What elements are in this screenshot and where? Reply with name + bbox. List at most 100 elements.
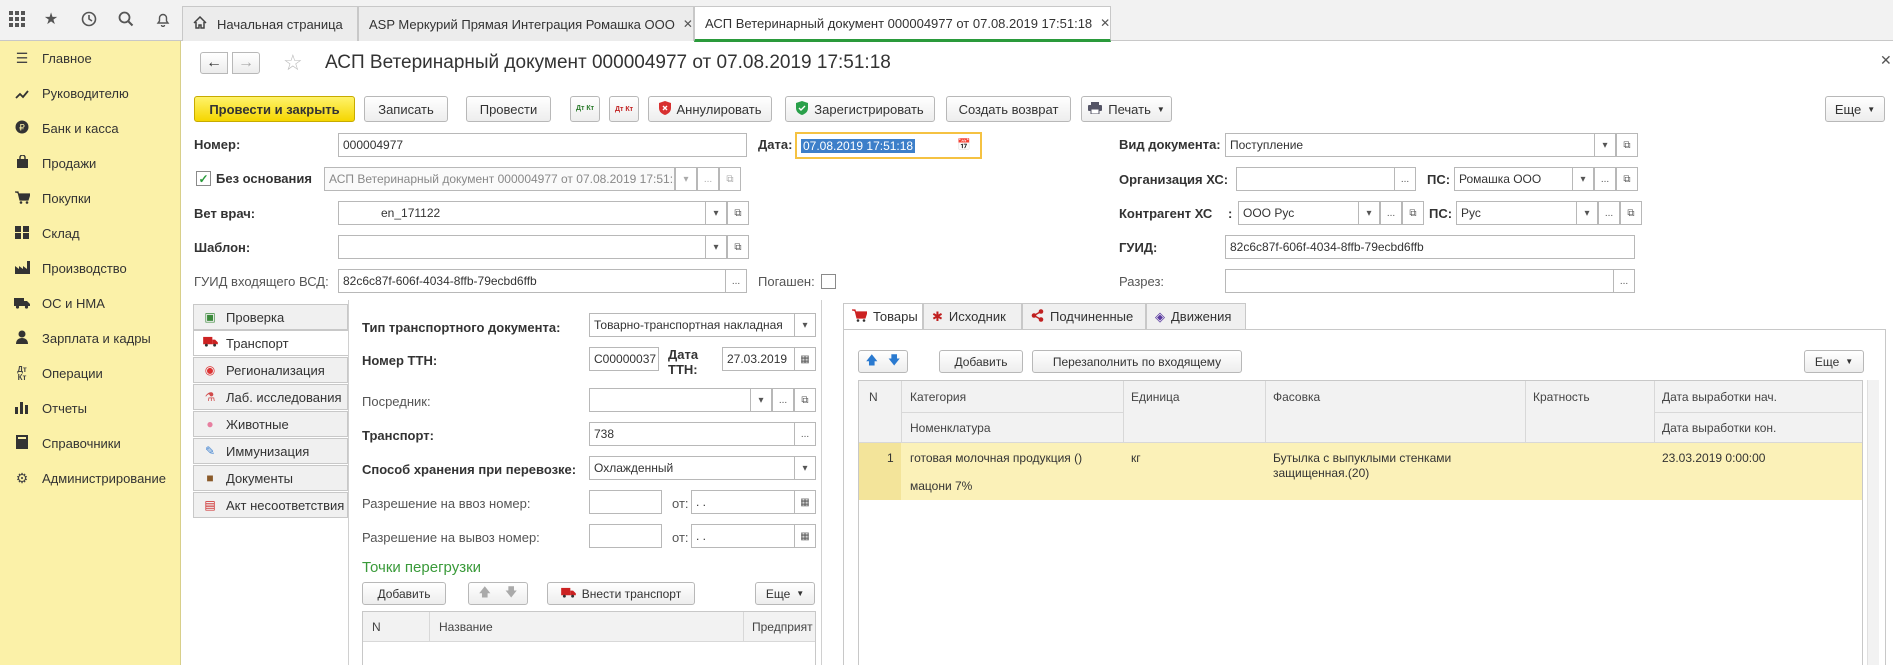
- ps-org-select-button[interactable]: ...: [1594, 167, 1616, 191]
- vtab-nonconformity[interactable]: ▤ Акт несоответствия: [193, 492, 348, 518]
- vet-field[interactable]: en_171122: [338, 201, 707, 225]
- date-field[interactable]: 07.08.2019 17:51:18: [795, 132, 982, 159]
- transport-select-button[interactable]: ...: [794, 422, 816, 446]
- org-field[interactable]: [1236, 167, 1396, 191]
- sidebar-item-admin[interactable]: ⚙ Администрирование: [0, 461, 181, 496]
- bell-icon[interactable]: [152, 8, 174, 30]
- org-select-button[interactable]: ...: [1394, 167, 1416, 191]
- transport-field[interactable]: 738: [589, 422, 796, 446]
- basis-open-button[interactable]: ⧉: [719, 167, 741, 191]
- doc-type-dropdown-button[interactable]: ▾: [1594, 133, 1616, 157]
- tab-mercury-integration[interactable]: ASP Меркурий Прямая Интеграция Ромашка О…: [358, 6, 694, 41]
- print-button[interactable]: Печать ▼: [1081, 96, 1172, 122]
- guid-in-field[interactable]: 82c6c87f-606f-4034-8ffb-79ecbd6ffb: [338, 269, 727, 293]
- ttn-field[interactable]: С00000037: [589, 347, 659, 371]
- dt-kt-red-button[interactable]: Дт Кт: [609, 96, 639, 122]
- create-return-button[interactable]: Создать возврат: [946, 96, 1071, 122]
- arrow-down-icon[interactable]: 🡇: [505, 583, 517, 604]
- add-reload-point-button[interactable]: Добавить: [362, 582, 446, 605]
- close-icon[interactable]: ✕: [683, 17, 693, 31]
- save-button[interactable]: Записать: [364, 96, 448, 122]
- ps-contr-field[interactable]: Рус: [1456, 201, 1578, 225]
- tab-home[interactable]: Начальная страница: [182, 6, 358, 41]
- post-and-close-button[interactable]: Провести и закрыть: [194, 96, 355, 122]
- sidebar-item-warehouse[interactable]: Склад: [0, 216, 181, 251]
- contr-field[interactable]: ООО Рус: [1238, 201, 1360, 225]
- tab-subordinate[interactable]: Подчиненные: [1022, 303, 1146, 330]
- mediator-field[interactable]: [589, 388, 752, 412]
- export-permit-field[interactable]: [589, 524, 662, 548]
- template-field[interactable]: [338, 235, 707, 259]
- ps-org-open-button[interactable]: ⧉: [1616, 167, 1638, 191]
- history-icon[interactable]: [78, 8, 100, 30]
- sidebar-item-operations[interactable]: Дт Кт Операции: [0, 356, 181, 391]
- sidebar-item-production[interactable]: Производство: [0, 251, 181, 286]
- favorite-star-icon[interactable]: ☆: [283, 50, 303, 76]
- guid-field[interactable]: 82c6c87f-606f-4034-8ffb-79ecbd6ffb: [1225, 235, 1635, 259]
- import-calendar-button[interactable]: ▦: [794, 490, 816, 514]
- vtab-animals[interactable]: ● Животные: [193, 411, 348, 437]
- ttype-dropdown-button[interactable]: ▾: [794, 313, 816, 337]
- calendar-icon[interactable]: 📅: [957, 138, 971, 151]
- ttn-calendar-button[interactable]: ▦: [794, 347, 816, 371]
- refill-button[interactable]: Перезаполнить по входящему: [1032, 350, 1242, 373]
- contr-open-button[interactable]: ⧉: [1402, 201, 1424, 225]
- goods-move-buttons[interactable]: 🡅 🡇: [858, 350, 908, 373]
- basis-select-button[interactable]: ...: [697, 167, 719, 191]
- guid-in-select-button[interactable]: ...: [725, 269, 747, 293]
- import-permit-field[interactable]: [589, 490, 662, 514]
- doc-type-open-button[interactable]: ⧉: [1616, 133, 1638, 157]
- reload-more-button[interactable]: Еще ▼: [755, 582, 815, 605]
- arrow-up-icon[interactable]: 🡅: [866, 351, 878, 372]
- ps-org-field[interactable]: Ромашка ООО: [1454, 167, 1574, 191]
- arrow-up-icon[interactable]: 🡅: [479, 583, 491, 604]
- mediator-open-button[interactable]: ⧉: [794, 388, 816, 412]
- ttn-date-field[interactable]: 27.03.2019: [722, 347, 796, 371]
- no-basis-checkbox[interactable]: ✓: [196, 171, 211, 186]
- ps-org-dropdown-button[interactable]: ▾: [1572, 167, 1594, 191]
- vtab-documents[interactable]: ■ Документы: [193, 465, 348, 491]
- template-dropdown-button[interactable]: ▾: [705, 235, 727, 259]
- vtab-check[interactable]: ▣ Проверка: [193, 304, 348, 330]
- sidebar-item-salary[interactable]: Зарплата и кадры: [0, 321, 181, 356]
- template-open-button[interactable]: ⧉: [727, 235, 749, 259]
- vtab-lab[interactable]: ⚗ Лаб. исследования: [193, 384, 348, 410]
- basis-dropdown-button[interactable]: ▾: [675, 167, 697, 191]
- star-icon[interactable]: ★: [40, 8, 62, 30]
- contr-select-button[interactable]: ...: [1380, 201, 1402, 225]
- table-row[interactable]: 1 готовая молочная продукция () мацони 7…: [859, 443, 1862, 500]
- goods-more-button[interactable]: Еще ▼: [1804, 350, 1864, 373]
- tab-vet-document[interactable]: АСП Ветеринарный документ 000004977 от 0…: [694, 6, 1111, 42]
- tab-goods[interactable]: Товары: [843, 303, 923, 330]
- vtab-regionalization[interactable]: ◉ Регионализация: [193, 357, 348, 383]
- contr-dropdown-button[interactable]: ▾: [1358, 201, 1380, 225]
- cancel-document-button[interactable]: Аннулировать: [648, 96, 772, 122]
- close-form-icon[interactable]: ✕: [1880, 52, 1892, 69]
- paid-checkbox[interactable]: [821, 274, 836, 289]
- enter-transport-button[interactable]: Внести транспорт: [547, 582, 695, 605]
- import-from-field[interactable]: . .: [691, 490, 796, 514]
- sidebar-item-fixed-assets[interactable]: ОС и НМА: [0, 286, 181, 321]
- ps-contr-select-button[interactable]: ...: [1598, 201, 1620, 225]
- sidebar-item-manager[interactable]: Руководителю: [0, 76, 181, 111]
- sidebar-item-references[interactable]: Справочники: [0, 426, 181, 461]
- tab-movements[interactable]: ◈ Движения: [1146, 303, 1246, 330]
- sidebar-item-sales[interactable]: Продажи: [0, 146, 181, 181]
- apps-grid-icon[interactable]: [6, 8, 28, 30]
- sidebar-item-purchases[interactable]: Покупки: [0, 181, 181, 216]
- sidebar-item-bank[interactable]: ₽ Банк и касса: [0, 111, 181, 146]
- sidebar-item-reports[interactable]: Отчеты: [0, 391, 181, 426]
- close-icon[interactable]: ✕: [1100, 16, 1110, 30]
- sidebar-item-main[interactable]: ☰ Главное: [0, 41, 181, 76]
- ps-contr-dropdown-button[interactable]: ▾: [1576, 201, 1598, 225]
- storage-field[interactable]: Охлажденный: [589, 456, 796, 480]
- arrow-down-icon[interactable]: 🡇: [888, 351, 900, 372]
- vet-dropdown-button[interactable]: ▾: [705, 201, 727, 225]
- vtab-immunization[interactable]: ✎ Иммунизация: [193, 438, 348, 464]
- vertical-scrollbar[interactable]: [1867, 380, 1879, 665]
- move-buttons[interactable]: 🡅 🡇: [468, 582, 528, 605]
- add-goods-button[interactable]: Добавить: [939, 350, 1023, 373]
- dt-kt-button[interactable]: Дт Кт: [570, 96, 600, 122]
- razrez-field[interactable]: [1225, 269, 1615, 293]
- search-icon[interactable]: [115, 8, 137, 30]
